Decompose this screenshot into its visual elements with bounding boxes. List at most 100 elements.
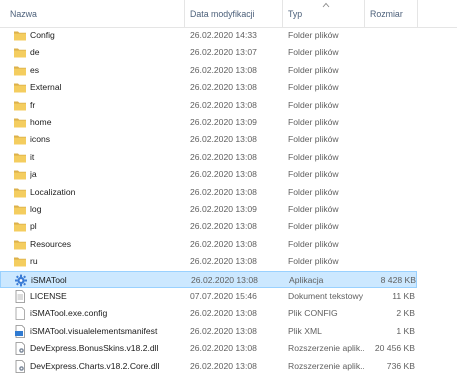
file-row[interactable]: iSMATool.visualelementsmanifest 26.02.202… xyxy=(0,323,417,340)
file-size: 20 456 KB xyxy=(374,343,415,354)
file-row[interactable]: icons 26.02.2020 13:08 Folder plików xyxy=(0,131,417,148)
file-row[interactable]: DevExpress.Charts.v18.2.Core.dll 26.02.20… xyxy=(0,358,417,375)
file-size xyxy=(364,97,415,114)
file-name: ja xyxy=(30,169,37,180)
column-divider[interactable] xyxy=(364,0,365,27)
file-name: Localization xyxy=(30,186,76,197)
file-row[interactable]: de 26.02.2020 13:07 Folder plików xyxy=(0,44,417,61)
file-size xyxy=(364,253,415,270)
file-size xyxy=(364,184,415,201)
column-header-size[interactable]: Rozmiar xyxy=(370,0,414,27)
config-file-icon xyxy=(13,307,27,321)
folder-icon xyxy=(13,46,27,59)
file-size xyxy=(364,236,415,253)
file-type: Folder plików xyxy=(288,64,339,75)
file-name: pl xyxy=(30,221,37,232)
file-row[interactable]: Resources 26.02.2020 13:08 Folder plików xyxy=(0,236,417,253)
column-divider[interactable] xyxy=(282,0,283,27)
file-type: Rozszerzenie aplik... xyxy=(288,360,364,371)
xml-file-icon xyxy=(13,324,27,338)
file-row[interactable]: iSMATool.exe.config 26.02.2020 13:08 Plik … xyxy=(0,305,417,322)
file-name: LICENSE xyxy=(30,291,67,301)
file-type: Plik XML xyxy=(288,325,322,336)
file-size xyxy=(364,201,415,218)
file-date: 26.02.2020 13:08 xyxy=(190,308,257,319)
file-size: 1 KB xyxy=(396,325,415,336)
file-name: es xyxy=(30,64,40,75)
file-size: 11 KB xyxy=(392,291,415,301)
file-type: Folder plików xyxy=(288,82,339,93)
folder-icon xyxy=(13,186,27,199)
folder-icon xyxy=(13,133,27,146)
file-row[interactable]: External 26.02.2020 13:08 Folder plików xyxy=(0,79,417,96)
folder-icon xyxy=(13,151,27,164)
file-type: Folder plików xyxy=(288,30,339,40)
file-size xyxy=(364,218,415,235)
file-name: DevExpress.BonusSkins.v18.2.dll xyxy=(30,343,159,354)
file-type: Aplikacja xyxy=(289,274,324,285)
file-size xyxy=(364,131,415,148)
file-type: Folder plików xyxy=(288,238,339,249)
folder-icon xyxy=(13,64,27,77)
file-row[interactable]: Localization 26.02.2020 13:08 Folder plikó… xyxy=(0,184,417,201)
file-row[interactable]: it 26.02.2020 13:08 Folder plików xyxy=(0,149,417,166)
folder-icon xyxy=(13,168,27,181)
dll-file-icon xyxy=(13,359,27,373)
file-type: Folder plików xyxy=(288,256,339,267)
file-type: Folder plików xyxy=(288,99,339,110)
text-document-icon xyxy=(13,290,27,303)
file-date: 26.02.2020 13:08 xyxy=(190,151,257,162)
file-row[interactable]: Config 26.02.2020 14:33 Folder plików xyxy=(0,27,417,44)
file-type: Folder plików xyxy=(288,134,339,145)
file-size: 8 428 KB xyxy=(380,274,416,285)
file-row[interactable]: ru 26.02.2020 13:08 Folder plików xyxy=(0,253,417,270)
file-date: 26.02.2020 13:08 xyxy=(190,221,257,232)
file-size: 2 KB xyxy=(396,308,415,319)
file-date: 26.02.2020 13:08 xyxy=(190,82,257,93)
folder-icon xyxy=(13,220,27,233)
file-size xyxy=(364,79,415,96)
file-name: Resources xyxy=(30,238,72,249)
file-type: Folder plików xyxy=(288,169,339,180)
file-name: de xyxy=(30,47,40,58)
column-header-name[interactable]: Nazwa xyxy=(10,0,180,27)
file-type: Folder plików xyxy=(288,204,339,214)
file-date: 26.02.2020 13:08 xyxy=(190,360,257,371)
file-size xyxy=(364,44,415,61)
file-row[interactable]: es 26.02.2020 13:08 Folder plików xyxy=(0,62,417,79)
column-header-date[interactable]: Data modyfikacji xyxy=(190,0,280,27)
chevron-up-icon xyxy=(322,2,330,8)
file-type: Plik CONFIG xyxy=(288,308,338,319)
folder-icon xyxy=(13,255,27,268)
file-size: 736 KB xyxy=(386,360,415,371)
file-name: iSMATool.exe.config xyxy=(30,308,108,319)
file-row[interactable]: LICENSE 07.07.2020 15:46 Dokument tekstowy… xyxy=(0,288,417,305)
file-date: 26.02.2020 13:08 xyxy=(190,325,257,336)
file-size xyxy=(364,114,415,131)
column-divider[interactable] xyxy=(417,0,418,27)
file-type: Folder plików xyxy=(288,221,339,232)
file-row[interactable]: DevExpress.BonusSkins.v18.2.dll 26.02.202… xyxy=(0,340,417,357)
file-size xyxy=(364,166,415,183)
folder-icon xyxy=(13,29,27,42)
file-row[interactable]: pl 26.02.2020 13:08 Folder plików xyxy=(0,218,417,235)
file-date: 26.02.2020 13:09 xyxy=(190,204,257,214)
file-row[interactable]: iSMATool 26.02.2020 13:08 Aplikacja 8 428 K… xyxy=(0,270,417,288)
file-row[interactable]: ja 26.02.2020 13:08 Folder plików xyxy=(0,166,417,183)
file-size xyxy=(364,27,415,44)
file-name: log xyxy=(30,204,42,214)
file-size xyxy=(364,149,415,166)
file-row[interactable]: log 26.02.2020 13:09 Folder plików xyxy=(0,201,417,218)
file-name: iSMATool xyxy=(31,274,67,285)
dll-file-icon xyxy=(13,342,27,356)
file-row[interactable]: home 26.02.2020 13:09 Folder plików xyxy=(0,114,417,131)
gear-app-icon xyxy=(14,274,28,287)
file-type: Folder plików xyxy=(288,117,339,127)
file-type: Dokument tekstowy xyxy=(288,291,363,301)
file-date: 26.02.2020 13:08 xyxy=(190,238,257,249)
file-date: 26.02.2020 13:08 xyxy=(190,99,257,110)
folder-icon xyxy=(13,116,27,129)
file-date: 26.02.2020 13:08 xyxy=(190,169,257,180)
column-divider[interactable] xyxy=(184,0,185,27)
file-row[interactable]: fr 26.02.2020 13:08 Folder plików xyxy=(0,97,417,114)
